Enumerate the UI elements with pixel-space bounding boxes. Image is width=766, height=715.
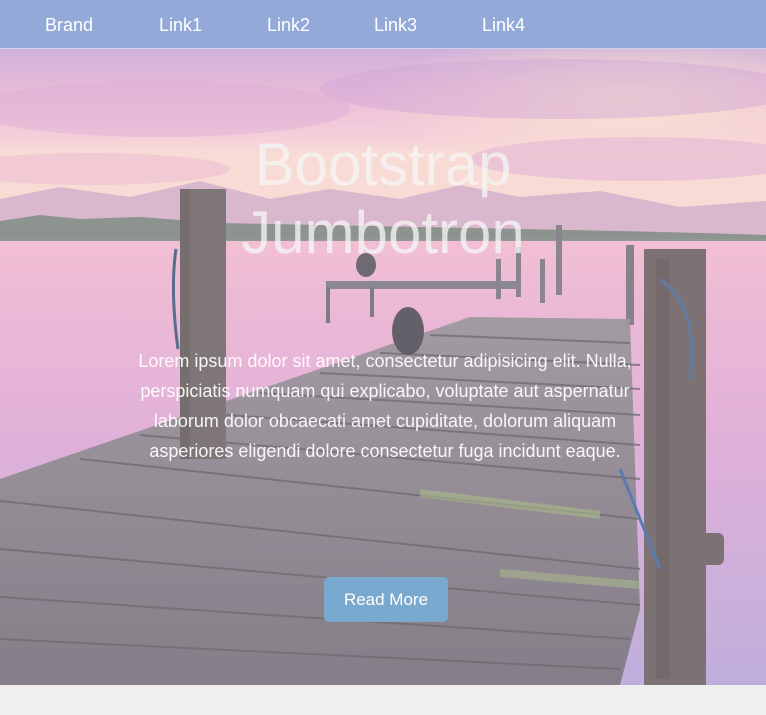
navbar-brand[interactable]: Brand <box>45 14 93 36</box>
jumbotron-body-text: Lorem ipsum dolor sit amet, consectetur … <box>138 351 632 461</box>
nav-link-2[interactable]: Link2 <box>267 14 310 36</box>
jumbotron-title-line-2: Jumbotron <box>241 199 525 266</box>
navbar: Brand Link1 Link2 Link3 Link4 <box>0 0 766 49</box>
nav-link-3[interactable]: Link3 <box>374 14 417 36</box>
jumbotron: Bootstrap Jumbotron Lorem ipsum dolor si… <box>0 49 766 685</box>
nav-link-4[interactable]: Link4 <box>482 14 525 36</box>
nav-link-1[interactable]: Link1 <box>159 14 202 36</box>
jumbotron-title: Bootstrap Jumbotron <box>0 131 766 267</box>
read-more-button[interactable]: Read More <box>324 577 448 622</box>
jumbotron-title-line-1: Bootstrap <box>254 131 512 198</box>
page-footer-area <box>0 685 766 715</box>
